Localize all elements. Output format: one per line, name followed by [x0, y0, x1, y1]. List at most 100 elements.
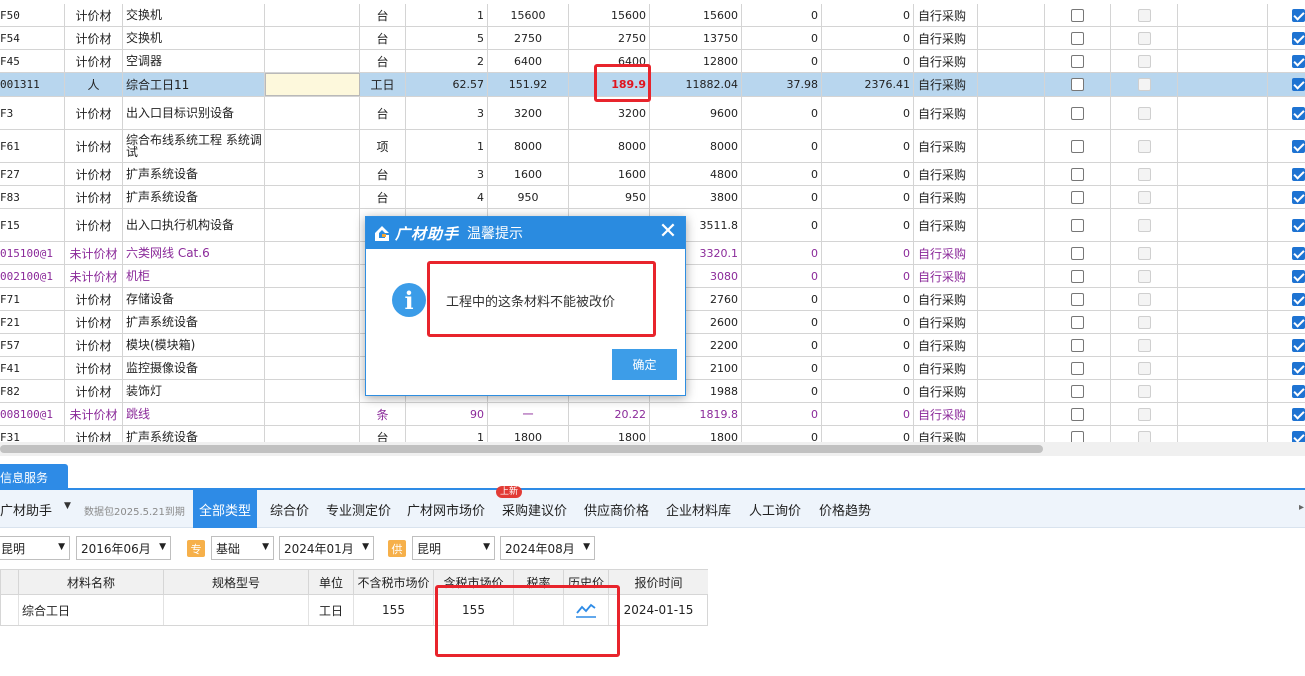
toolbar-scroll-icon[interactable]: ▸: [1299, 502, 1305, 518]
checkbox-checked[interactable]: [1292, 218, 1305, 232]
ok-button[interactable]: 确定: [612, 349, 677, 380]
cell-spec[interactable]: [265, 311, 360, 333]
cell-d2[interactable]: 0: [822, 288, 914, 310]
cell-type[interactable]: 计价材: [65, 209, 123, 241]
table-row[interactable]: 001311 人综合工日11 工日 62.57 151.92 189.9 11882.04 3…: [0, 73, 1305, 97]
cell-name[interactable]: 机柜: [123, 265, 265, 287]
cell-p2[interactable]: 3200: [569, 97, 650, 129]
cell-d1[interactable]: 0: [742, 380, 822, 402]
cell-d1[interactable]: 0: [742, 426, 822, 442]
cell-name[interactable]: 监控摄像设备: [123, 357, 265, 379]
cell-spec[interactable]: [265, 50, 360, 72]
cell-src[interactable]: 自行采购: [914, 97, 978, 129]
checkbox[interactable]: [1071, 338, 1084, 352]
cell-name[interactable]: 综合布线系统工程 系统调试: [123, 130, 265, 162]
cell-unit[interactable]: 工日: [360, 73, 406, 96]
checkbox-checked[interactable]: [1292, 246, 1305, 260]
checkbox[interactable]: [1071, 407, 1084, 421]
cell-name[interactable]: 交换机: [123, 27, 265, 49]
checkbox-checked[interactable]: [1292, 430, 1305, 442]
cell-qty[interactable]: 90: [406, 403, 488, 425]
checkbox-checked[interactable]: [1292, 361, 1305, 375]
cell-amt[interactable]: 4800: [650, 163, 742, 185]
cell-qty[interactable]: 1: [406, 426, 488, 442]
cell-d1[interactable]: 0: [742, 334, 822, 356]
cell-type[interactable]: 计价材: [65, 27, 123, 49]
cell-unit[interactable]: 台: [360, 27, 406, 49]
tab-info-service[interactable]: 信息服务: [0, 464, 68, 490]
cell-amt[interactable]: 8000: [650, 130, 742, 162]
cell-p2[interactable]: 1800: [569, 426, 650, 442]
cell-name[interactable]: 综合工日11: [123, 73, 265, 96]
material-name-cell[interactable]: 综合工日: [19, 595, 164, 625]
cell-src[interactable]: 自行采购: [914, 73, 978, 96]
cell-d1[interactable]: 37.98: [742, 73, 822, 96]
cell-src[interactable]: 自行采购: [914, 426, 978, 442]
chevron-down-icon[interactable]: ▼: [64, 501, 71, 511]
cell-p1[interactable]: 一: [488, 403, 569, 425]
cell-src[interactable]: 自行采购: [914, 403, 978, 425]
column-header-price-in-tax[interactable]: 含税市场价: [434, 570, 514, 595]
table-row[interactable]: F50 计价材 交换机台 1 15600 15600 15600 0 0 自行采购: [0, 4, 1305, 27]
unit-cell[interactable]: 工日: [309, 595, 354, 625]
cell-src[interactable]: 自行采购: [914, 130, 978, 162]
cell-code[interactable]: F41: [0, 357, 65, 379]
table-row[interactable]: F45 计价材 空调器台 2 6400 6400 12800 0 0 自行采购: [0, 50, 1305, 73]
cell-name[interactable]: 模块(模块箱): [123, 334, 265, 356]
price-in-tax-cell[interactable]: 155: [434, 595, 514, 625]
checkbox[interactable]: [1071, 269, 1084, 283]
checkbox-checked[interactable]: [1292, 269, 1305, 283]
cell-d1[interactable]: 0: [742, 403, 822, 425]
cell-name[interactable]: 存储设备: [123, 288, 265, 310]
cell-spec[interactable]: [265, 265, 360, 287]
checkbox[interactable]: [1071, 292, 1084, 306]
cell-spec[interactable]: [265, 27, 360, 49]
checkbox[interactable]: [1071, 384, 1084, 398]
tab-enterprise-library[interactable]: 企业材料库: [660, 490, 737, 528]
cell-qty[interactable]: 4: [406, 186, 488, 208]
cell-amt[interactable]: 1819.8: [650, 403, 742, 425]
cell-src[interactable]: 自行采购: [914, 242, 978, 264]
checkbox-checked[interactable]: [1292, 338, 1305, 352]
tab-composite-price[interactable]: 综合价: [264, 490, 315, 528]
table-row[interactable]: F27 计价材 扩声系统设备台 3 1600 1600 4800 0 0 自行采购: [0, 163, 1305, 186]
cell-d2[interactable]: 0: [822, 380, 914, 402]
cell-qty[interactable]: 1: [406, 4, 488, 26]
cell-spec[interactable]: [265, 357, 360, 379]
cell-name[interactable]: 六类网线 Cat.6: [123, 242, 265, 264]
cell-p2[interactable]: 1600: [569, 163, 650, 185]
cell-amt[interactable]: 13750: [650, 27, 742, 49]
dialog-titlebar[interactable]: 广材助手 温馨提示 ✕: [366, 217, 685, 249]
cell-code[interactable]: F83: [0, 186, 65, 208]
checkbox-checked[interactable]: [1292, 292, 1305, 306]
quote-time-cell[interactable]: 2024-01-15: [609, 595, 708, 625]
cell-d1[interactable]: 0: [742, 311, 822, 333]
cell-name[interactable]: 跳线: [123, 403, 265, 425]
cell-d1[interactable]: 0: [742, 50, 822, 72]
cell-amt[interactable]: 3800: [650, 186, 742, 208]
cell-qty[interactable]: 3: [406, 97, 488, 129]
cell-d2[interactable]: 0: [822, 334, 914, 356]
cell-p1[interactable]: 8000: [488, 130, 569, 162]
cell-type[interactable]: 计价材: [65, 357, 123, 379]
cell-src[interactable]: 自行采购: [914, 334, 978, 356]
cell-code[interactable]: F82: [0, 380, 65, 402]
period-select[interactable]: 2016年06月 ▼: [76, 536, 171, 560]
cell-type[interactable]: 计价材: [65, 97, 123, 129]
cell-qty[interactable]: 2: [406, 50, 488, 72]
cell-d1[interactable]: 0: [742, 130, 822, 162]
cell-d2[interactable]: 0: [822, 357, 914, 379]
checkbox-checked[interactable]: [1292, 78, 1305, 91]
spec-cell[interactable]: [164, 595, 309, 625]
cell-name[interactable]: 扩声系统设备: [123, 311, 265, 333]
cell-unit[interactable]: 台: [360, 186, 406, 208]
cell-type[interactable]: 计价材: [65, 288, 123, 310]
cell-p2[interactable]: 189.9: [569, 73, 650, 96]
professional-period-select[interactable]: 2024年01月 ▼: [279, 536, 374, 560]
history-price-cell[interactable]: [564, 595, 609, 625]
checkbox-checked[interactable]: [1292, 315, 1305, 329]
checkbox[interactable]: [1071, 78, 1084, 91]
assistant-brand[interactable]: 广材助手: [0, 500, 52, 519]
cell-unit[interactable]: 台: [360, 163, 406, 185]
cell-unit[interactable]: 台: [360, 4, 406, 26]
